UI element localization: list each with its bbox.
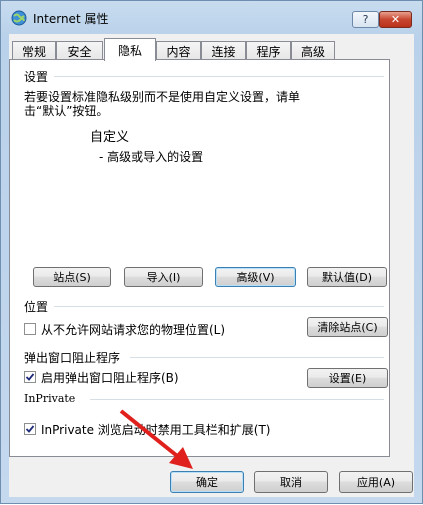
- annotation-arrow-icon: [119, 409, 193, 469]
- tab-privacy[interactable]: 隐私: [104, 38, 156, 61]
- internet-properties-window: Internet 属性 ? ✕ 常规 安全 隐私 内容 连接 程序 高级 设置 …: [0, 0, 423, 504]
